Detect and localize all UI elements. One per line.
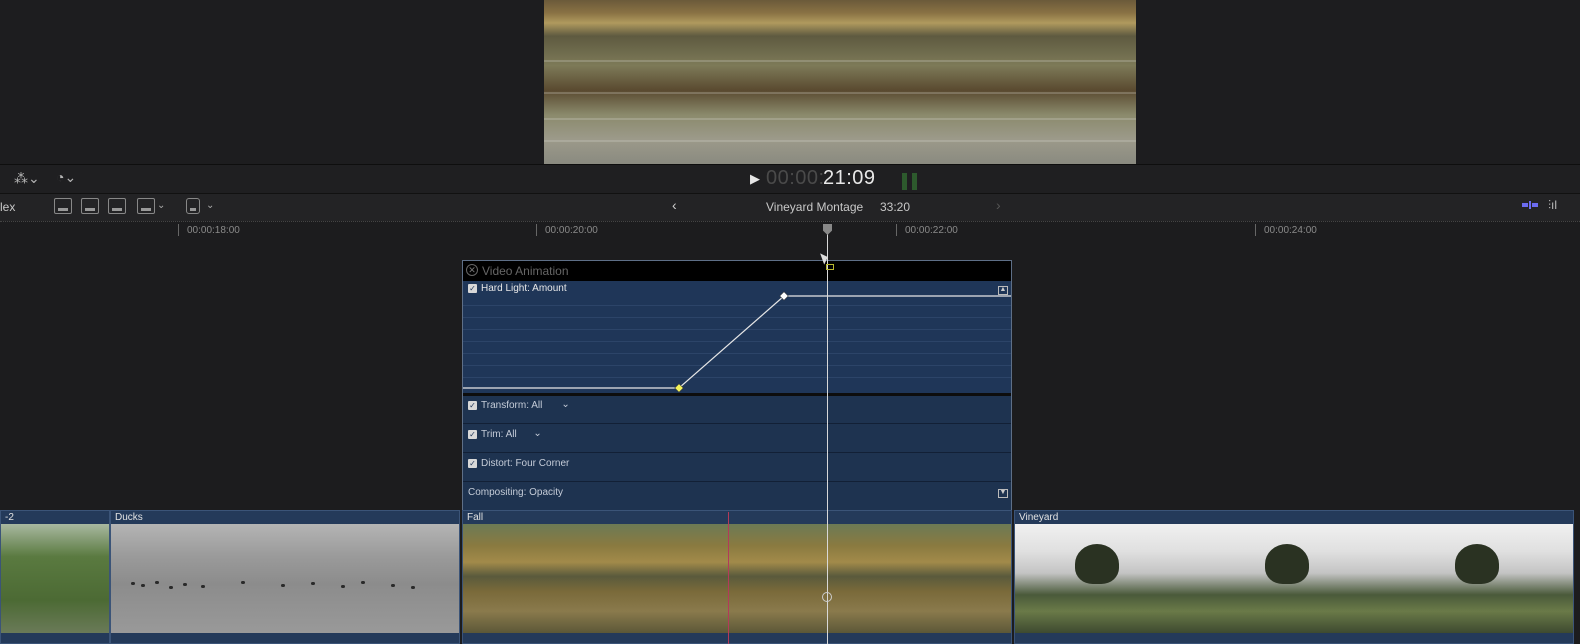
param-label: Distort: Four Corner bbox=[481, 458, 570, 469]
project-duration: 33:20 bbox=[880, 200, 911, 214]
clip-tree[interactable]: -2 bbox=[0, 510, 110, 644]
overwrite-clip-icon[interactable] bbox=[137, 198, 155, 214]
skimming-icon[interactable] bbox=[1522, 201, 1538, 209]
video-animation-editor[interactable]: ✕ Video Animation ✓ Hard Light: Amount ▲… bbox=[462, 260, 1012, 512]
param-menu-chevron-icon[interactable]: ⌄ bbox=[533, 428, 541, 439]
param-menu-chevron-icon[interactable]: ⌄ bbox=[561, 399, 569, 410]
edit-menu-chevron-icon[interactable]: ⌄ bbox=[157, 200, 165, 211]
clip-label: Fall bbox=[467, 512, 484, 523]
play-button[interactable]: ▶ bbox=[750, 171, 760, 187]
tool-select-icon[interactable] bbox=[186, 198, 200, 214]
ruler-tick-label: 00:00:24:00 bbox=[1264, 225, 1317, 236]
skimmer bbox=[728, 512, 729, 644]
transport-bar: ⁂⌄ ◔⌄ ▶ 00:00: 21:09 bbox=[0, 164, 1580, 193]
ruler-tick-label: 00:00:20:00 bbox=[545, 225, 598, 236]
param-checkbox[interactable]: ✓ bbox=[468, 430, 477, 439]
param-checkbox[interactable]: ✓ bbox=[468, 459, 477, 468]
connect-clip-icon[interactable] bbox=[54, 198, 72, 214]
clip-thumbnail bbox=[1015, 524, 1573, 633]
param-row[interactable]: ✓ Distort: Four Corner bbox=[463, 454, 1011, 482]
audio-skimming-icon[interactable]: ⫶ıl bbox=[1548, 198, 1557, 213]
clip-label: Ducks bbox=[115, 512, 143, 523]
cursor-keyframe-badge-icon bbox=[826, 264, 834, 270]
index-button[interactable]: lex bbox=[0, 200, 15, 214]
param-row[interactable]: ✓ Trim: All ⌄ bbox=[463, 425, 1011, 453]
param-label: Transform: All bbox=[481, 400, 543, 411]
audio-meter-right bbox=[912, 173, 917, 190]
retime-icon[interactable]: ◔⌄ bbox=[56, 169, 76, 186]
animation-editor-header: ✕ Video Animation bbox=[463, 261, 1011, 281]
transform-tools-icon[interactable]: ⁂⌄ bbox=[14, 170, 40, 187]
param-checkbox[interactable]: ✓ bbox=[468, 401, 477, 410]
expand-param-icon[interactable]: ▼ bbox=[998, 489, 1008, 498]
forward-arrow-icon[interactable]: › bbox=[996, 197, 1001, 213]
playhead[interactable] bbox=[827, 228, 828, 644]
clip-fall[interactable]: Fall bbox=[462, 510, 1012, 644]
append-clip-icon[interactable] bbox=[108, 198, 126, 214]
clip-ducks[interactable]: Ducks bbox=[110, 510, 460, 644]
close-icon[interactable]: ✕ bbox=[466, 264, 478, 276]
clip-thumbnail bbox=[1, 524, 109, 633]
clip-label: Vineyard bbox=[1019, 512, 1059, 523]
ruler-tick-label: 00:00:22:00 bbox=[905, 225, 958, 236]
keyframe-curve bbox=[463, 291, 1011, 393]
param-row[interactable]: ✓ Transform: All ⌄ bbox=[463, 396, 1011, 424]
param-row[interactable]: Compositing: Opacity ▼ bbox=[463, 483, 1011, 511]
clip-label: -2 bbox=[5, 512, 14, 523]
timeline-toolbar: lex ⌄ ⌄ ‹ Vineyard Montage 33:20 › ⫶ıl bbox=[0, 193, 1580, 222]
audio-meter-left bbox=[902, 173, 907, 190]
timeline-ruler[interactable]: 00:00:18:00 00:00:20:00 00:00:22:00 00:0… bbox=[0, 221, 1580, 240]
clip-thumbnail bbox=[463, 524, 1011, 633]
ruler-tick-label: 00:00:18:00 bbox=[187, 225, 240, 236]
timecode[interactable]: 21:09 bbox=[823, 167, 876, 190]
param-label: Compositing: Opacity bbox=[468, 487, 564, 498]
project-name: Vineyard Montage bbox=[766, 200, 864, 214]
back-arrow-icon[interactable]: ‹ bbox=[672, 197, 677, 213]
viewer bbox=[0, 0, 1580, 164]
playhead-node bbox=[822, 592, 832, 602]
insert-clip-icon[interactable] bbox=[81, 198, 99, 214]
timecode-dim: 00:00: bbox=[766, 167, 825, 189]
clip-vineyard[interactable]: Vineyard bbox=[1014, 510, 1574, 644]
param-label: Trim: All bbox=[481, 429, 517, 440]
tool-menu-chevron-icon[interactable]: ⌄ bbox=[206, 200, 214, 211]
clip-thumbnail bbox=[111, 524, 459, 633]
animation-editor-title: Video Animation bbox=[482, 264, 569, 278]
hard-light-amount-graph[interactable]: ✓ Hard Light: Amount ▲ bbox=[463, 281, 1011, 396]
viewer-image bbox=[544, 0, 1136, 164]
